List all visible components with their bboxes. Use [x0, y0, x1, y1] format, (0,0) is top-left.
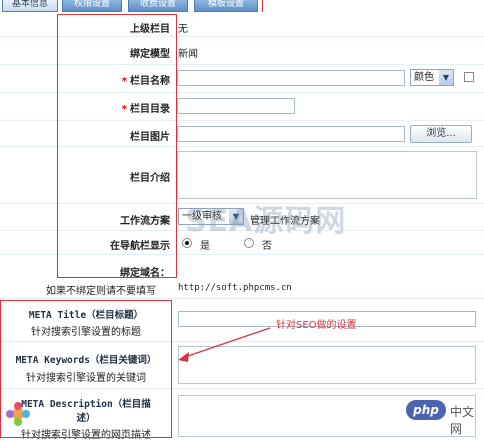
domain-example: http://soft.phpcms.cn — [178, 283, 292, 293]
browse-button[interactable]: 浏览... — [410, 125, 472, 143]
php-logo-text: 中文网 — [450, 405, 475, 436]
model-value: 新闻 — [178, 49, 198, 60]
annotation-text: 针对SEO做的设置 — [276, 320, 357, 331]
tab-permissions[interactable]: 权限设置 — [62, 0, 122, 12]
column-name-input[interactable] — [177, 70, 405, 86]
column-image-input[interactable] — [177, 126, 405, 142]
meta-keywords-textarea[interactable] — [178, 346, 476, 384]
php-cn-logo: php 中文网 — [406, 400, 484, 436]
column-dir-input[interactable] — [177, 98, 295, 114]
bold-checkbox[interactable] — [464, 72, 474, 82]
highlight-tab-edge — [262, 0, 265, 12]
column-intro-textarea[interactable] — [177, 151, 477, 199]
color-select[interactable]: 颜色 ▼ — [410, 69, 454, 86]
watermark: SEA源码网 — [185, 204, 347, 239]
php-logo-badge: php — [406, 400, 446, 420]
tab-templates[interactable]: 模板设置 — [194, 0, 258, 12]
domain-hint: 如果不绑定则请不要填写 — [46, 286, 156, 297]
chevron-down-icon: ▼ — [439, 70, 453, 85]
highlight-box-basic — [57, 14, 177, 278]
color-select-value: 颜色 — [414, 72, 434, 83]
tab-bar: 基本信息 权限设置 收费设置 模板设置 — [0, 0, 484, 12]
flower-logo-icon — [6, 402, 30, 426]
tab-basic-info[interactable]: 基本信息 — [2, 0, 58, 12]
parent-value: 无 — [178, 24, 188, 35]
tab-charges[interactable]: 收费设置 — [128, 0, 188, 12]
